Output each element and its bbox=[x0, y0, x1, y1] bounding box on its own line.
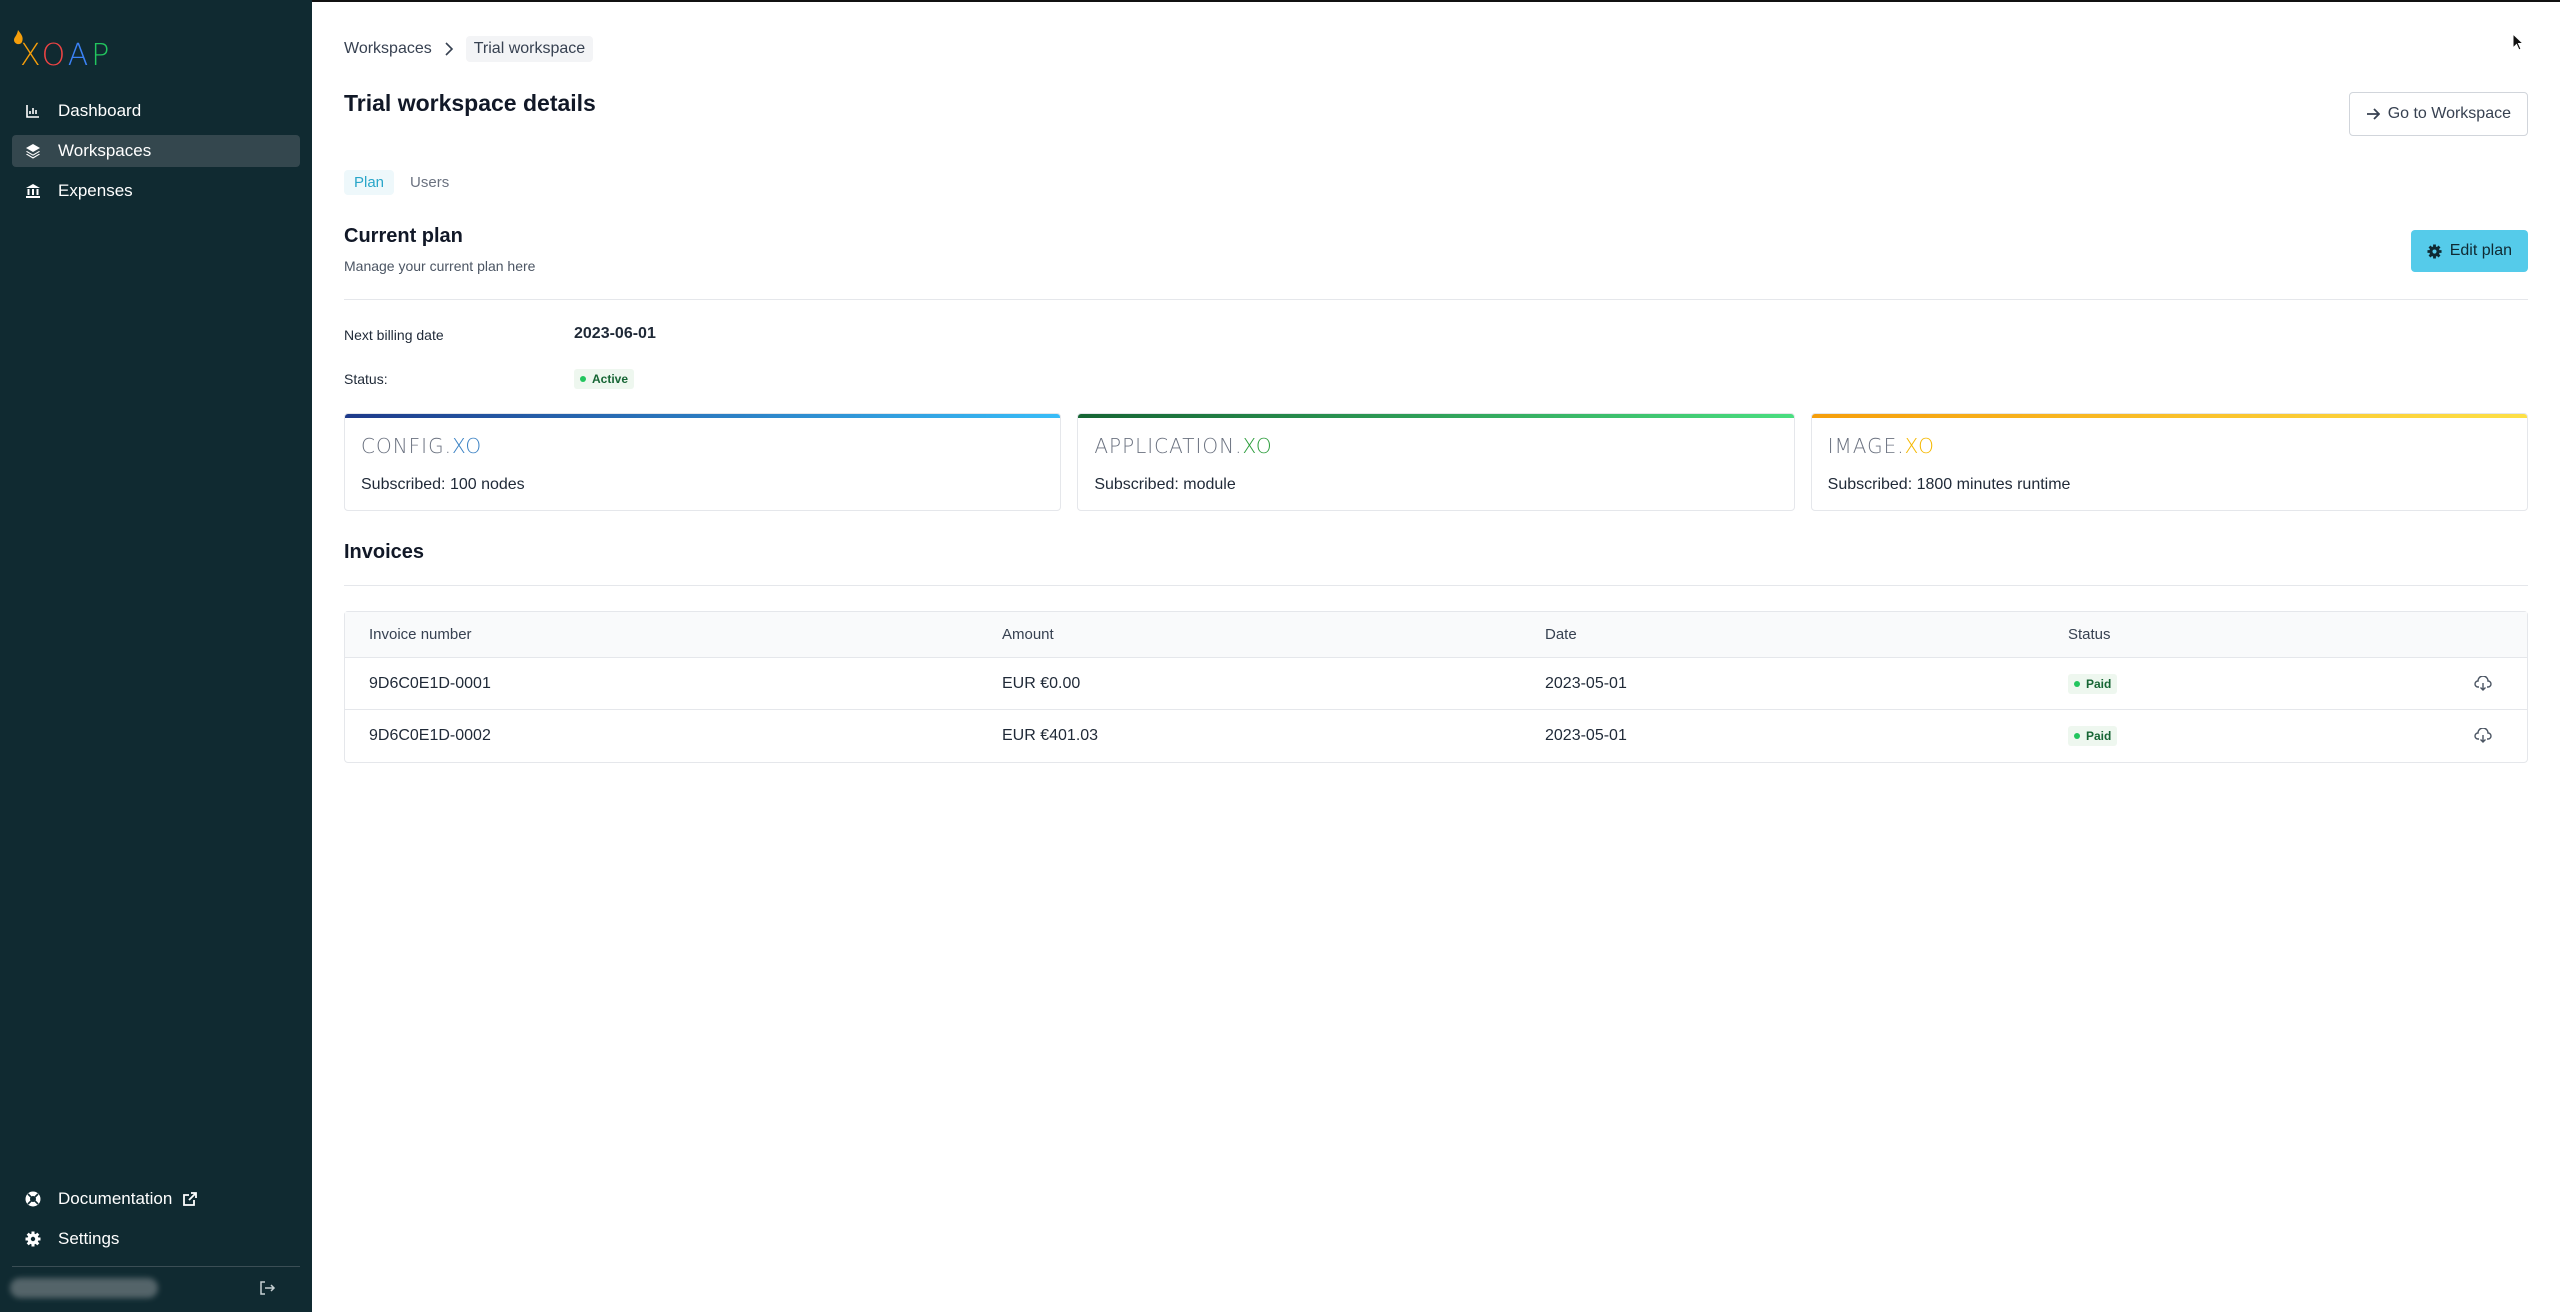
product-logo: APPLICATION.XO bbox=[1094, 434, 1273, 458]
invoices-title: Invoices bbox=[344, 541, 425, 563]
edit-plan-button[interactable]: Edit plan bbox=[2410, 230, 2528, 272]
invoice-number: 9D6C0E1D-0001 bbox=[369, 674, 491, 692]
sidebar-item-settings[interactable]: Settings bbox=[12, 1223, 300, 1255]
product-subscription: Subscribed: 100 nodes bbox=[361, 476, 525, 493]
sidebar-item-documentation[interactable]: Documentation bbox=[12, 1183, 300, 1215]
mouse-cursor-icon bbox=[2512, 32, 2525, 56]
column-header[interactable]: Date bbox=[1545, 626, 2068, 643]
product-card-image: IMAGE.XO Subscribed: 1800 minutes runtim… bbox=[1810, 413, 2528, 511]
invoice-amount: EUR €0.00 bbox=[1002, 674, 1081, 692]
status-text: Active bbox=[592, 372, 629, 386]
product-cards: CONFIG.XO Subscribed: 100 nodes APPLICAT… bbox=[344, 413, 2528, 511]
table-row: 9D6C0E1D-0002 EUR €401.03 2023-05-01 Pai… bbox=[345, 710, 2527, 762]
sidebar-item-dashboard[interactable]: Dashboard bbox=[12, 95, 300, 127]
breadcrumb-workspaces[interactable]: Workspaces bbox=[344, 40, 432, 58]
xoap-logo[interactable]: XOAP bbox=[12, 30, 122, 74]
bank-icon bbox=[24, 182, 42, 200]
sidebar-item-expenses[interactable]: Expenses bbox=[12, 175, 300, 207]
column-header[interactable]: Amount bbox=[1002, 626, 1545, 643]
sidebar-item-label: Dashboard bbox=[58, 101, 142, 120]
sidebar-item-label: Expenses bbox=[58, 181, 133, 200]
product-card-application: APPLICATION.XO Subscribed: module bbox=[1077, 413, 1795, 511]
table-header: Invoice number Amount Date Status bbox=[345, 612, 2527, 658]
status-label: Status: bbox=[344, 371, 388, 387]
sidebar-item-label: Documentation bbox=[58, 1189, 173, 1208]
breadcrumb: Workspaces Trial workspace bbox=[344, 36, 594, 62]
layers-icon bbox=[24, 142, 42, 160]
invoice-status: Paid bbox=[2068, 673, 2438, 694]
current-plan-title: Current plan bbox=[344, 225, 463, 247]
column-header[interactable]: Invoice number bbox=[345, 626, 1002, 643]
sidebar-bottom-nav: Documentation Settings bbox=[12, 1183, 300, 1263]
help-circle-icon bbox=[24, 1190, 42, 1208]
current-plan-subtitle: Manage your current plan here bbox=[344, 258, 536, 274]
divider bbox=[344, 585, 2528, 586]
invoices-table: Invoice number Amount Date Status 9D6C0E… bbox=[344, 611, 2528, 763]
invoice-date: 2023-05-01 bbox=[1545, 727, 1627, 744]
go-to-workspace-label: Go to Workspace bbox=[2387, 105, 2511, 122]
sidebar-divider bbox=[12, 1266, 300, 1267]
status-text: Paid bbox=[2086, 729, 2112, 743]
table-row: 9D6C0E1D-0001 EUR €0.00 2023-05-01 Paid bbox=[345, 658, 2527, 710]
page-title: Trial workspace details bbox=[344, 90, 596, 116]
product-subscription: Subscribed: module bbox=[1094, 476, 1236, 493]
tab-users[interactable]: Users bbox=[400, 170, 459, 195]
gear-icon bbox=[24, 1230, 42, 1248]
card-accent-bar bbox=[1078, 414, 1794, 418]
cloud-download-icon[interactable] bbox=[2473, 675, 2492, 692]
next-billing-label: Next billing date bbox=[344, 327, 444, 343]
go-to-workspace-button[interactable]: Go to Workspace bbox=[2348, 92, 2528, 136]
sidebar-item-workspaces[interactable]: Workspaces bbox=[12, 135, 300, 167]
product-card-config: CONFIG.XO Subscribed: 100 nodes bbox=[344, 413, 1062, 511]
tab-plan[interactable]: Plan bbox=[344, 170, 395, 195]
sidebar-item-label: Workspaces bbox=[58, 141, 152, 160]
tabs: Plan Users bbox=[344, 170, 465, 195]
sidebar-nav: Dashboard Workspaces Expenses bbox=[12, 95, 300, 215]
cloud-download-icon[interactable] bbox=[2473, 728, 2492, 744]
invoice-status: Paid bbox=[2068, 726, 2438, 746]
main-content: Workspaces Trial workspace Trial workspa… bbox=[312, 0, 2560, 1312]
logo-text: XOAP bbox=[20, 38, 113, 73]
invoice-number: 9D6C0E1D-0002 bbox=[369, 727, 491, 744]
invoice-date: 2023-05-01 bbox=[1545, 674, 1627, 692]
breadcrumb-current: Trial workspace bbox=[465, 36, 594, 62]
chart-icon bbox=[24, 102, 42, 120]
logout-icon[interactable] bbox=[258, 1279, 276, 1297]
user-email-redacted bbox=[10, 1278, 158, 1298]
status-dot bbox=[580, 376, 586, 382]
status-dot bbox=[2074, 733, 2080, 739]
status-badge: Active bbox=[574, 369, 635, 389]
gear-icon bbox=[2427, 243, 2442, 259]
edit-plan-label: Edit plan bbox=[2449, 242, 2512, 259]
sidebar-item-label: Settings bbox=[58, 1229, 120, 1248]
product-logo: IMAGE.XO bbox=[1827, 434, 1935, 458]
product-logo: CONFIG.XO bbox=[361, 434, 483, 458]
sidebar: XOAP Dashboard Workspaces Expenses Docum… bbox=[0, 0, 312, 1312]
chevron-right-icon bbox=[444, 42, 454, 56]
card-accent-bar bbox=[345, 414, 1061, 418]
arrow-right-icon bbox=[2366, 107, 2380, 121]
product-subscription: Subscribed: 1800 minutes runtime bbox=[1827, 476, 2071, 493]
status-text: Paid bbox=[2086, 676, 2112, 691]
invoice-amount: EUR €401.03 bbox=[1002, 727, 1099, 744]
divider bbox=[344, 299, 2528, 300]
next-billing-value: 2023-06-01 bbox=[574, 325, 656, 342]
card-accent-bar bbox=[1811, 414, 2527, 418]
status-dot bbox=[2074, 680, 2080, 687]
external-link-icon bbox=[182, 1191, 198, 1207]
column-header[interactable]: Status bbox=[2068, 626, 2438, 643]
